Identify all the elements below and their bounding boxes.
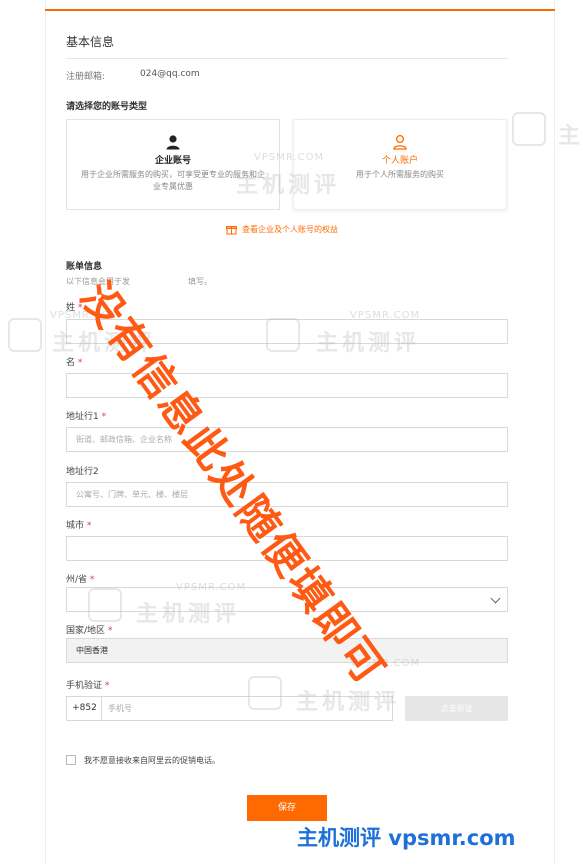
bottom-brand: 主机测评 vpsmr.com: [297, 826, 516, 850]
required-mark: *: [101, 412, 107, 422]
country-label: 国家/地区 *: [66, 623, 112, 636]
phone-prefix[interactable]: +852: [66, 696, 102, 721]
email-label: 注册邮箱:: [66, 72, 106, 82]
account-option-name: 个人账户: [381, 156, 418, 166]
chevron-down-icon: [490, 593, 501, 604]
billing-subtitle: 以下信息会用于发 填写。: [66, 276, 212, 287]
watermark-domain: VPSMR.COM: [176, 582, 247, 593]
watermark-domain: VPSMR.COM: [350, 310, 421, 321]
watermark-domain: VPSMR.COM: [254, 152, 325, 163]
watermark-text: 主机测评: [236, 173, 341, 198]
promo-opt-out-label: 我不愿意接收来自阿里云的促销电话。: [84, 756, 220, 765]
required-mark: *: [89, 575, 95, 585]
country-field: 中国香港: [66, 638, 508, 663]
watermark-logo-icon: [8, 318, 42, 352]
address1-label: 地址行1 *: [66, 409, 106, 422]
required-mark: *: [107, 626, 113, 636]
watermark-text: 主机测评: [136, 602, 241, 627]
watermark-text: 主机测评: [316, 331, 421, 356]
gift-icon: [226, 226, 237, 235]
city-label: 城市 *: [66, 518, 91, 531]
compare-benefits-text: 查看企业及个人账号的权益: [242, 225, 338, 234]
email-value: 024@qq.com: [140, 69, 200, 79]
required-mark: *: [77, 358, 83, 368]
save-button[interactable]: 保存: [247, 795, 327, 821]
label-text: 地址行1: [66, 412, 99, 422]
label-text: 州/省: [66, 575, 88, 585]
account-option-name: 企业账号: [154, 156, 191, 166]
verify-button[interactable]: 点击验证: [405, 696, 508, 721]
watermark-logo-icon: [88, 588, 122, 622]
phone-label: 手机验证 *: [66, 678, 109, 691]
section-title-billing: 账单信息: [66, 262, 103, 272]
required-mark: *: [104, 681, 110, 691]
address1-input[interactable]: 街道、邮政信箱、企业名称: [66, 427, 508, 452]
watermark-logo-icon: [266, 318, 300, 352]
compare-benefits-link[interactable]: 查看企业及个人账号的权益: [226, 224, 338, 235]
top-accent-bar: [45, 9, 555, 11]
watermark-logo-icon: [512, 112, 546, 146]
account-type-title: 请选择您的账号类型: [66, 102, 148, 112]
watermark-text: 主机测评: [558, 124, 583, 149]
billing-subtitle-end: 填写。: [188, 277, 212, 286]
province-label: 州/省 *: [66, 572, 94, 585]
address2-label: 地址行2: [66, 467, 99, 477]
section-title-basic: 基本信息: [66, 35, 115, 49]
user-solid-icon: [166, 135, 180, 150]
user-outline-icon: [393, 134, 407, 150]
label-text: 名: [66, 358, 76, 368]
label-text: 城市: [66, 521, 85, 531]
watermark-logo-icon: [248, 676, 282, 710]
required-mark: *: [86, 521, 92, 531]
divider: [66, 58, 508, 59]
label-text: 国家/地区: [66, 626, 106, 636]
promo-opt-out-checkbox[interactable]: [66, 755, 76, 765]
label-text: 手机验证: [66, 681, 103, 691]
